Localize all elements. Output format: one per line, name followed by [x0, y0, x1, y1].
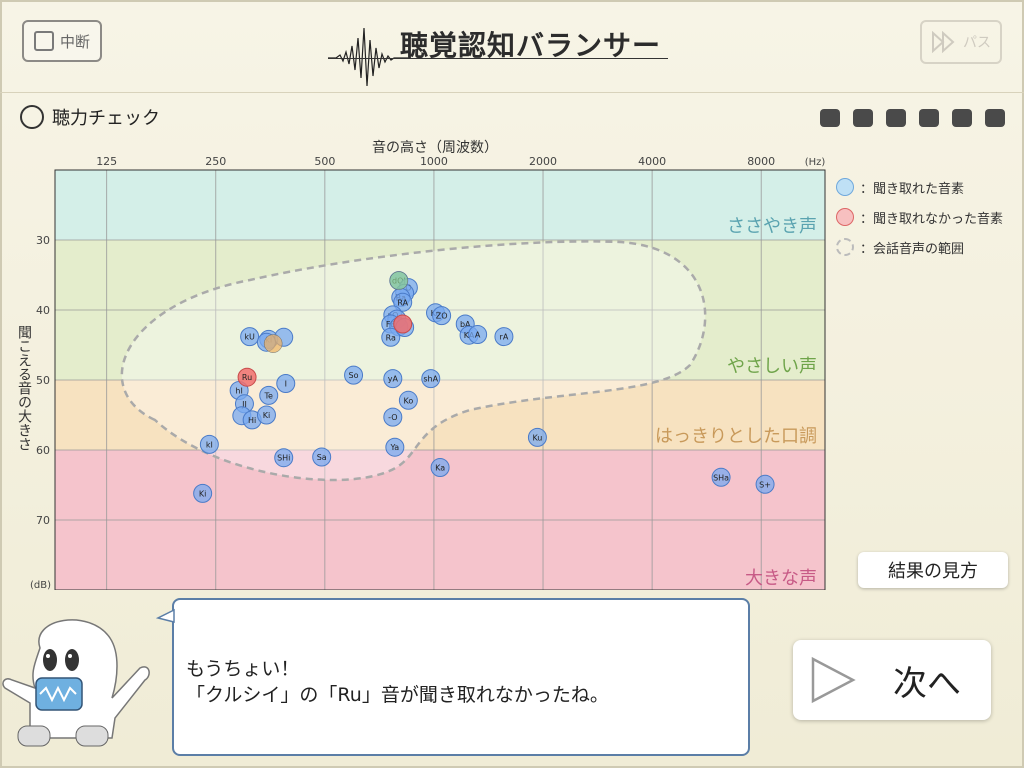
header-bar: 中断 聴覚認知バランサー パス: [0, 0, 1024, 93]
point-label: kU: [244, 333, 255, 342]
point-label: rA: [500, 333, 509, 342]
legend-speech-range-label: ：会話音声の範囲: [860, 241, 965, 257]
x-tick-label: 125: [96, 155, 117, 168]
point-label: Ya: [389, 443, 399, 452]
point-label: Sa: [317, 453, 327, 462]
point-label: Ru: [242, 373, 252, 382]
y-tick-label: 30: [36, 234, 50, 247]
radio-icon: [20, 105, 44, 129]
point-label: SHa: [713, 473, 729, 482]
point-label: I: [285, 380, 287, 389]
speech-range-marker-icon: [836, 238, 854, 256]
band-label: はっきりとした口調: [655, 426, 817, 447]
not-heard-point: [393, 314, 413, 334]
heard-marker-icon: [836, 178, 854, 196]
band-label: 大きな声: [745, 568, 817, 589]
bubble-tail: [156, 608, 175, 623]
skip-button[interactable]: パス: [920, 20, 1002, 64]
legend-not-heard-label: ：聞き取れなかった音素: [860, 211, 1004, 227]
point-label: Ku: [532, 433, 542, 442]
pause-label: 中断: [60, 32, 91, 51]
point-label: Hi: [248, 416, 256, 425]
x-tick-label: 1000: [420, 155, 448, 168]
progress-dot: [820, 109, 840, 127]
x-tick-label: 500: [314, 155, 335, 168]
point-label: Ki: [263, 411, 270, 420]
result-help-button[interactable]: 結果の見方: [858, 552, 1008, 588]
x-tick-label: 250: [205, 155, 226, 168]
progress-dot: [985, 109, 1005, 127]
y-axis-title: 聞こえる音の大きさ: [16, 325, 32, 451]
audiogram-chart: 125 250 500 1000 2000 4000 8000 30 40 50 60 70 (Hz) (…: [16, 139, 826, 590]
band-label: ささやき声: [727, 216, 817, 237]
point-label: SHi: [277, 454, 290, 463]
next-label: 次へ: [893, 664, 961, 704]
point-label: hI: [235, 387, 242, 396]
y-tick-label: 50: [36, 374, 50, 387]
point-label: S+: [759, 480, 771, 489]
legend-heard: ：聞き取れた音素: [836, 172, 1003, 202]
point-label: -O: [388, 413, 397, 422]
chart-legend: ：聞き取れた音素 ：聞き取れなかった音素 ：会話音声の範囲: [836, 172, 1003, 262]
point-label: kI: [206, 440, 213, 449]
hearing-check-toggle[interactable]: 聴力チェック: [20, 104, 160, 130]
title-area: 聴覚認知バランサー: [328, 22, 668, 92]
point-label: Te: [264, 391, 274, 400]
legend-not-heard: ：聞き取れなかった音素: [836, 202, 1003, 232]
fast-forward-icon: [932, 31, 955, 53]
legend-heard-label: ：聞き取れた音素: [860, 181, 965, 197]
point-label: Ra: [386, 333, 396, 342]
point-label: A: [475, 331, 481, 340]
point-label: ZO: [436, 312, 448, 321]
message-line-1: もうちょい！: [186, 658, 300, 680]
title-underline: [328, 58, 668, 59]
highlight-point: [389, 271, 409, 290]
progress-dot: [886, 109, 906, 127]
y-tick-label: 40: [36, 304, 50, 317]
mascot-icon: [2, 619, 150, 747]
x-tick-label: 2000: [529, 155, 557, 168]
point-label: yA: [388, 375, 399, 384]
skip-label: パス: [963, 35, 991, 51]
y-tick-label: 70: [36, 514, 50, 527]
x-tick-label: 4000: [638, 155, 666, 168]
x-unit-label: (Hz): [805, 157, 826, 168]
waveform-icon: [328, 27, 408, 87]
point-label: Ka: [435, 464, 445, 473]
legend-speech-range: ：会話音声の範囲: [836, 232, 1003, 262]
y-tick-label: 60: [36, 444, 50, 457]
progress-indicator: [820, 109, 1005, 127]
play-icon: [811, 656, 856, 704]
highlight-point: [263, 334, 283, 353]
x-axis-title: 音の高さ（周波数）: [372, 139, 498, 156]
band-20: [55, 170, 825, 240]
progress-dot: [952, 109, 972, 127]
hearing-check-label: 聴力チェック: [52, 108, 160, 129]
checkbox-icon: [34, 31, 54, 51]
point-label: So: [349, 371, 359, 380]
progress-dot: [853, 109, 873, 127]
next-button[interactable]: 次へ: [793, 640, 991, 720]
point-label: shA: [423, 375, 438, 384]
point-label: Ki: [199, 489, 206, 498]
point-label: Ko: [403, 396, 413, 405]
band-label: やさしい声: [727, 356, 817, 377]
point-label: RA: [397, 298, 408, 307]
pause-button[interactable]: 中断: [22, 20, 102, 62]
message-bubble: もうちょい！ 「クルシイ」の「Ru」音が聞き取れなかったね。: [172, 598, 750, 756]
y-unit-label: (dB): [30, 580, 51, 590]
not-heard-marker-icon: [836, 208, 854, 226]
message-line-2: 「クルシイ」の「Ru」音が聞き取れなかったね。: [186, 684, 609, 706]
x-tick-label: 8000: [747, 155, 775, 168]
progress-dot: [919, 109, 939, 127]
